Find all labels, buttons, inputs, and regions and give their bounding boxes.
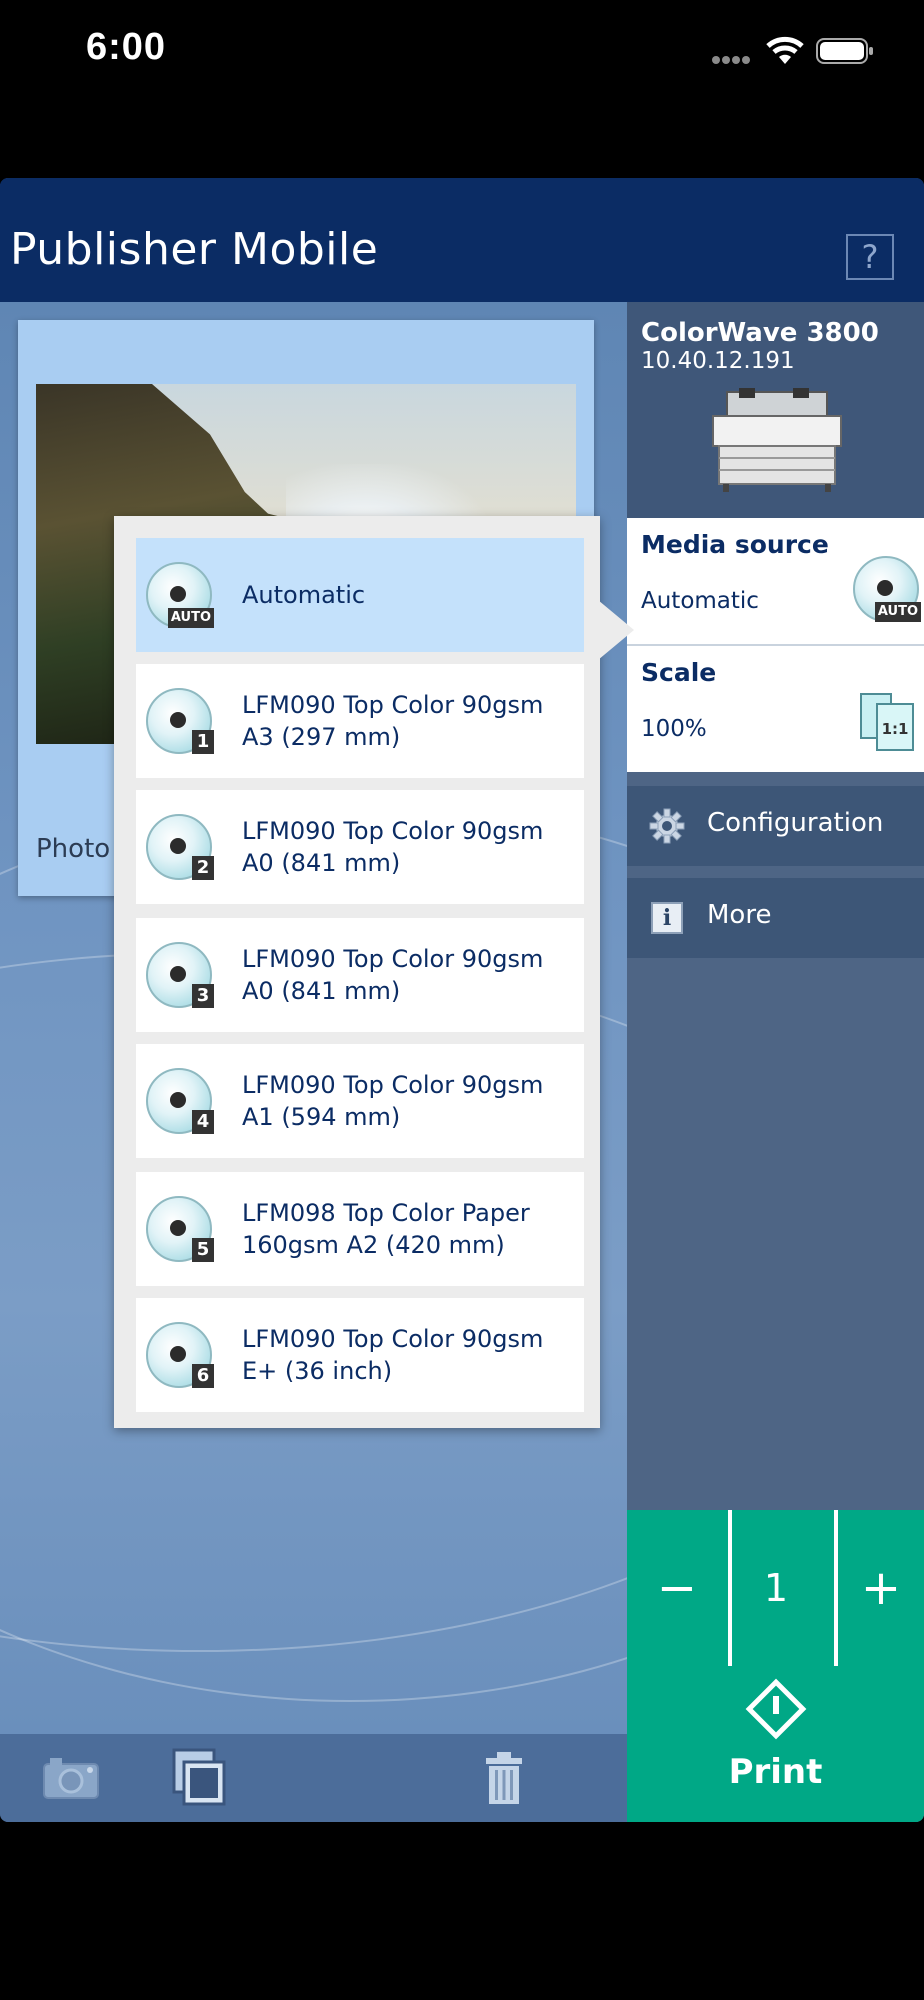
media-roll-icon: 2 xyxy=(146,814,216,880)
media-roll-icon: 3 xyxy=(146,942,216,1008)
media-source-popover: AUTO Automatic 1 LFM090 Top Color 90gsm A3 … xyxy=(114,516,600,1428)
print-label: Print xyxy=(728,1752,823,1792)
wifi-icon xyxy=(766,36,804,66)
scale-title: Scale xyxy=(641,658,717,687)
pages-icon[interactable] xyxy=(172,1748,228,1808)
more-item[interactable]: i More xyxy=(627,878,924,958)
media-option-label: LFM090 Top Color 90gsm A0 (841 mm) xyxy=(242,817,544,877)
media-source-value: Automatic xyxy=(641,588,759,614)
media-option-row[interactable]: 6 LFM090 Top Color 90gsm E+ (36 inch) xyxy=(136,1298,584,1412)
trash-icon[interactable] xyxy=(484,1752,524,1806)
media-roll-icon: 1 xyxy=(146,688,216,754)
help-button[interactable]: ? xyxy=(846,234,894,280)
decrease-copies-button[interactable]: − xyxy=(627,1510,727,1666)
media-source-title: Media source xyxy=(641,530,829,559)
copies-print-box: − 1 + Print xyxy=(627,1510,924,1822)
printer-icon xyxy=(709,388,845,494)
info-icon: i xyxy=(651,902,683,934)
printer-ip: 10.40.12.191 xyxy=(641,348,795,374)
media-option-label: LFM098 Top Color Paper 160gsm A2 (420 mm… xyxy=(242,1199,530,1259)
app-title: Publisher Mobile xyxy=(10,224,379,275)
media-option-label: LFM090 Top Color 90gsm A1 (594 mm) xyxy=(242,1071,544,1131)
print-button[interactable]: Print xyxy=(627,1666,924,1822)
increase-copies-button[interactable]: + xyxy=(838,1510,924,1666)
media-option-label: LFM090 Top Color 90gsm E+ (36 inch) xyxy=(242,1325,544,1385)
media-option-row[interactable]: 5 LFM098 Top Color Paper 160gsm A2 (420 m… xyxy=(136,1172,584,1286)
top-bar: Publisher Mobile ? xyxy=(0,178,924,302)
media-roll-icon: 5 xyxy=(146,1196,216,1262)
document-label: Photo xyxy=(36,834,111,864)
media-roll-badge: 2 xyxy=(192,856,214,880)
media-roll-icon: 4 xyxy=(146,1068,216,1134)
media-source-setting[interactable]: Media source Automatic AUTO xyxy=(627,518,924,644)
popover-arrow xyxy=(598,600,634,660)
configuration-item[interactable]: Configuration xyxy=(627,786,924,866)
media-option-label: LFM090 Top Color 90gsm A3 (297 mm) xyxy=(242,691,544,751)
more-label: More xyxy=(707,900,772,930)
scale-setting[interactable]: Scale 100% 1:1 xyxy=(627,646,924,772)
media-roll-badge: 5 xyxy=(192,1238,214,1262)
svg-text:1:1: 1:1 xyxy=(882,720,909,738)
media-roll-badge: 1 xyxy=(192,730,214,754)
media-roll-badge: 4 xyxy=(192,1110,214,1134)
media-option-row[interactable]: 4 LFM090 Top Color 90gsm A1 (594 mm) xyxy=(136,1044,584,1158)
scale-icon: 1:1 xyxy=(859,692,917,754)
battery-icon xyxy=(816,36,876,66)
gear-icon xyxy=(649,808,685,844)
auto-badge: AUTO xyxy=(874,602,921,622)
media-option-row[interactable]: 1 LFM090 Top Color 90gsm A3 (297 mm) xyxy=(136,664,584,778)
camera-icon[interactable] xyxy=(42,1754,100,1800)
printer-name: ColorWave 3800 xyxy=(641,318,879,348)
media-roll-badge: 3 xyxy=(192,984,214,1008)
media-option-row[interactable]: AUTO Automatic xyxy=(136,538,584,652)
settings-panel: ColorWave 3800 10.40.12.191 Media source… xyxy=(627,302,924,1822)
signal-icon xyxy=(712,0,752,70)
media-option-row[interactable]: 3 LFM090 Top Color 90gsm A0 (841 mm) xyxy=(136,918,584,1032)
media-roll-icon: AUTO xyxy=(146,562,216,628)
printer-selector[interactable]: ColorWave 3800 10.40.12.191 xyxy=(627,302,924,518)
media-option-label: Automatic xyxy=(242,581,366,609)
media-option-row[interactable]: 2 LFM090 Top Color 90gsm A0 (841 mm) xyxy=(136,790,584,904)
media-roll-badge: AUTO xyxy=(167,608,214,628)
status-time: 6:00 xyxy=(86,26,167,68)
scale-value: 100% xyxy=(641,716,707,742)
media-roll-icon: AUTO xyxy=(853,556,923,622)
bottom-toolbar xyxy=(0,1734,627,1822)
media-roll-badge: 6 xyxy=(192,1364,214,1388)
copies-count[interactable]: 1 xyxy=(733,1510,819,1666)
media-option-label: LFM090 Top Color 90gsm A0 (841 mm) xyxy=(242,945,544,1005)
configuration-label: Configuration xyxy=(707,808,884,838)
print-icon xyxy=(745,1678,807,1740)
media-roll-icon: 6 xyxy=(146,1322,216,1388)
